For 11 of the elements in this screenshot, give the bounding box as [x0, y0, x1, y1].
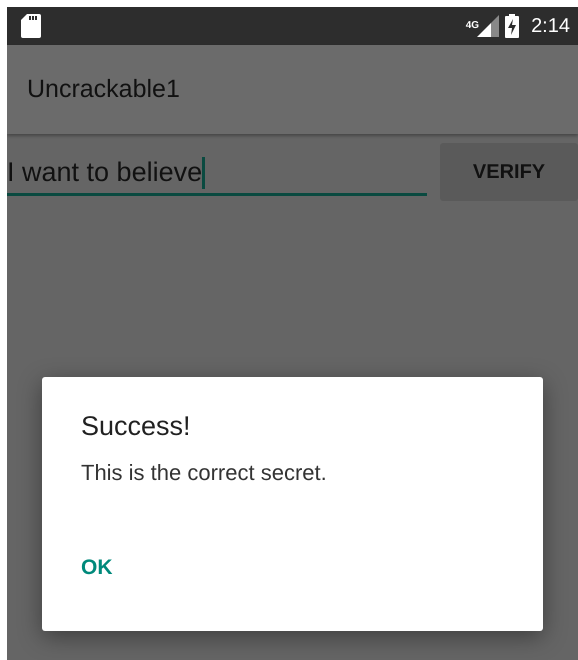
ok-button[interactable]: OK — [64, 550, 130, 586]
battery-charging-icon — [505, 14, 520, 38]
dialog-title: Success! — [81, 411, 192, 442]
dialog-message: This is the correct secret. — [81, 460, 328, 486]
signal-icon — [477, 15, 500, 37]
verify-button[interactable]: VERIFY — [440, 143, 578, 201]
clock-time: 2:14 — [531, 14, 570, 38]
sd-card-icon — [21, 14, 41, 38]
network-type-label: 4G — [466, 20, 480, 31]
app-title: Uncrackable1 — [27, 75, 180, 104]
secret-input-field[interactable]: I want to believe — [7, 152, 428, 196]
